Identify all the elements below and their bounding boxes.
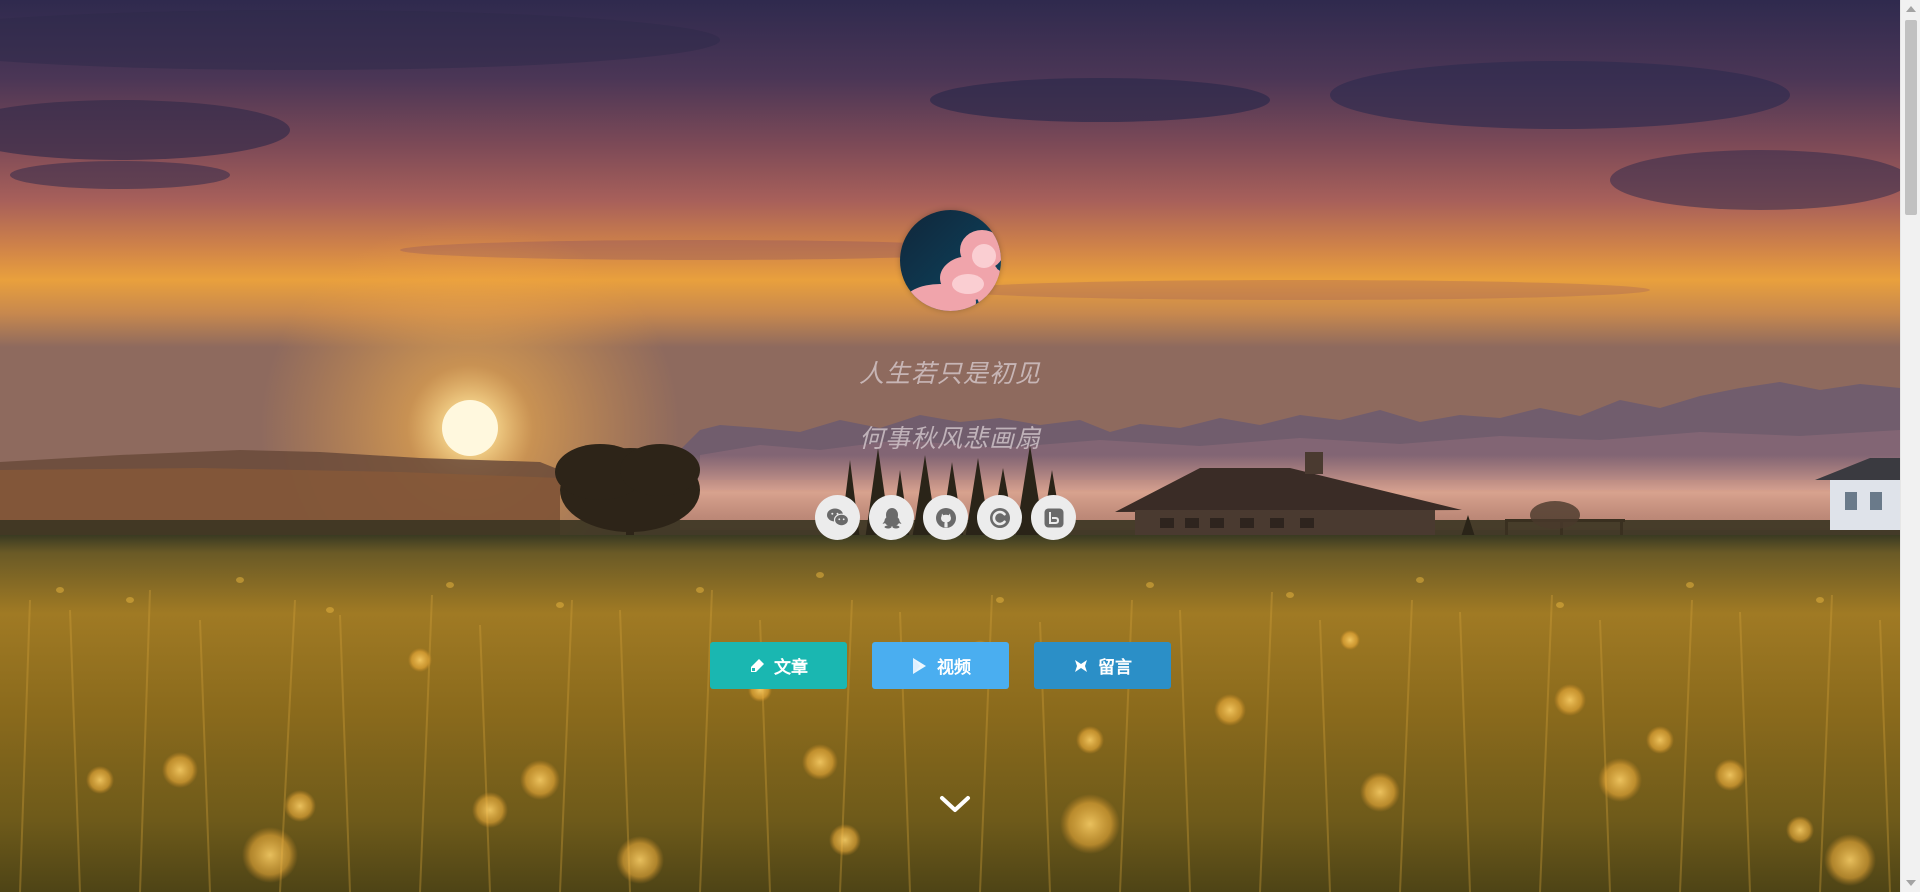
message-button[interactable]: 留言: [1034, 642, 1171, 689]
scroll-down-button[interactable]: [938, 792, 972, 816]
article-label: 文章: [774, 658, 808, 677]
avatar-moon-cloud-icon: [900, 210, 1001, 311]
social-links: [815, 495, 1076, 540]
video-button[interactable]: 视频: [872, 642, 1009, 689]
chevron-down-icon: [940, 796, 970, 812]
github-button[interactable]: [923, 495, 968, 540]
wechat-button[interactable]: [815, 495, 860, 540]
scroll-thumb[interactable]: [1905, 20, 1917, 215]
vertical-scrollbar[interactable]: [1900, 0, 1920, 892]
csdn-c-icon: [989, 507, 1010, 528]
motto-line-1: 人生若只是初见: [858, 359, 1041, 388]
triangle-up-icon: [1906, 6, 1916, 12]
qq-button[interactable]: [869, 495, 914, 540]
main-nav-buttons: 文章 视频 留言: [710, 642, 1171, 689]
scroll-up-arrow[interactable]: [1901, 0, 1920, 18]
scroll-down-arrow[interactable]: [1901, 874, 1920, 892]
triangle-down-icon: [1906, 880, 1916, 886]
qq-penguin-icon: [882, 507, 901, 528]
article-button[interactable]: 文章: [710, 642, 847, 689]
avatar[interactable]: [900, 210, 1001, 311]
video-play-icon: [910, 657, 928, 675]
message-label: 留言: [1098, 658, 1132, 677]
message-icon: [1073, 658, 1089, 674]
bilibili-icon: [1044, 508, 1063, 527]
motto-line-2: 何事秋风悲画扇: [858, 424, 1041, 453]
csdn-button[interactable]: [977, 495, 1022, 540]
github-icon: [935, 507, 956, 528]
bilibili-button[interactable]: [1031, 495, 1076, 540]
wechat-icon: [826, 508, 849, 526]
article-pen-icon: [749, 658, 765, 674]
browser-viewport: 人生若只是初见 何事秋风悲画扇 文章 视频 留言: [0, 0, 1920, 892]
video-label: 视频: [937, 658, 971, 677]
